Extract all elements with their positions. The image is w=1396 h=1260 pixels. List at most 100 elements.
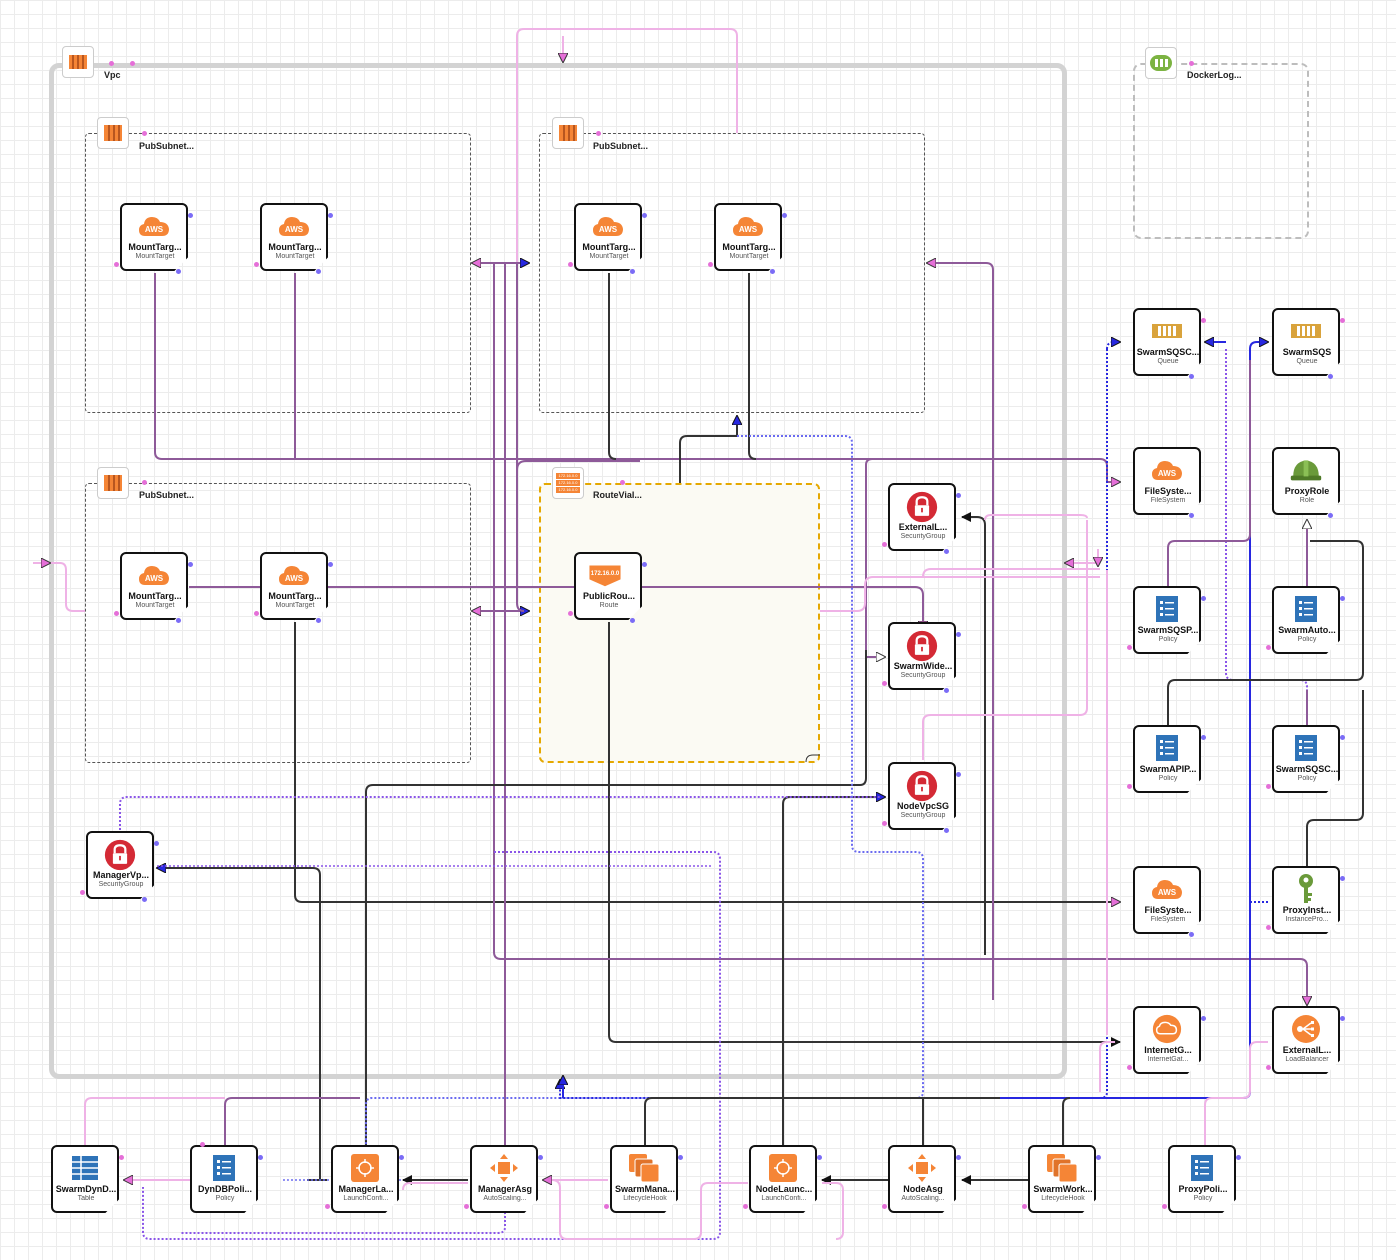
port-dot[interactable] <box>399 1155 404 1160</box>
port-dot[interactable] <box>114 611 119 616</box>
port-dot[interactable] <box>464 1204 469 1209</box>
dyndb-policy-node[interactable]: DynDBPoli... Policy <box>190 1142 263 1215</box>
port-dot[interactable] <box>1201 735 1206 740</box>
proxyrole-node[interactable]: ProxyRole Role <box>1272 447 1342 518</box>
port-dot[interactable] <box>1189 932 1194 937</box>
public-route-node[interactable]: 172.16.0.0 PublicRou... Route <box>568 552 647 623</box>
port-dot[interactable] <box>770 269 775 274</box>
node-launchconfig-node[interactable]: NodeLaunc... LaunchConfi... <box>743 1145 822 1215</box>
port-dot[interactable] <box>882 681 887 686</box>
port-dot[interactable] <box>782 213 787 218</box>
port-dot[interactable] <box>188 213 193 218</box>
port-dot[interactable] <box>1201 318 1206 323</box>
port-dot[interactable] <box>1127 1065 1132 1070</box>
port-dot[interactable] <box>1162 1204 1167 1209</box>
queue-node-2[interactable]: SwarmSQS Queue <box>1272 308 1345 379</box>
port-dot[interactable] <box>630 269 635 274</box>
port-dot[interactable] <box>1328 513 1333 518</box>
port-dot[interactable] <box>1340 1016 1345 1021</box>
port-dot[interactable] <box>325 1204 330 1209</box>
proxy-instanceprofile-node[interactable]: ProxyInst... InstancePro... <box>1266 866 1345 936</box>
port-dot[interactable] <box>944 549 949 554</box>
port-dot[interactable] <box>604 1204 609 1209</box>
policy-auto-node[interactable]: SwarmAuto... Policy <box>1266 586 1345 656</box>
securitygroup-nodevpc-node[interactable]: NodeVpcSG SecurityGroup <box>882 762 961 833</box>
port-dot[interactable] <box>1127 645 1132 650</box>
port-dot[interactable] <box>316 269 321 274</box>
manager-lifecyclehook-node[interactable]: SwarmMana... LifecycleHook <box>604 1145 683 1215</box>
port-dot[interactable] <box>1266 925 1271 930</box>
mounttarget-node-4[interactable]: AWS MountTarg... MountTarget <box>708 203 787 274</box>
port-dot[interactable] <box>316 618 321 623</box>
port-dot[interactable] <box>188 562 193 567</box>
port-dot[interactable] <box>568 611 573 616</box>
mounttarget-node-6[interactable]: AWS MountTarg... MountTarget <box>254 552 333 623</box>
port-dot[interactable] <box>1189 513 1194 518</box>
port-dot[interactable] <box>956 772 961 777</box>
dynamodb-table-node[interactable]: SwarmDynD... Table <box>51 1145 124 1215</box>
port-dot[interactable] <box>254 262 259 267</box>
port-dot[interactable] <box>1340 876 1345 881</box>
internetgateway-node[interactable]: InternetG... InternetGat... <box>1127 1006 1206 1076</box>
node-asg-node[interactable]: NodeAsg AutoScaling... <box>882 1145 961 1215</box>
worker-lifecyclehook-node[interactable]: SwarmWork... LifecycleHook <box>1022 1145 1101 1215</box>
port-dot[interactable] <box>1340 596 1345 601</box>
port-dot[interactable] <box>328 213 333 218</box>
mounttarget-node-3[interactable]: AWS MountTarg... MountTarget <box>568 203 647 274</box>
port-dot[interactable] <box>1127 784 1132 789</box>
port-dot[interactable] <box>1201 596 1206 601</box>
port-dot[interactable] <box>200 1142 205 1147</box>
port-dot[interactable] <box>708 262 713 267</box>
port-dot[interactable] <box>1096 1155 1101 1160</box>
port-dot[interactable] <box>817 1155 822 1160</box>
port-dot[interactable] <box>154 841 159 846</box>
manager-asg-node[interactable]: ManagerAsg AutoScaling... <box>464 1145 543 1215</box>
loadbalancer-node[interactable]: ExternalL... LoadBalancer <box>1266 1006 1345 1076</box>
port-dot[interactable] <box>80 890 85 895</box>
port-dot[interactable] <box>1266 1065 1271 1070</box>
port-dot[interactable] <box>1022 1204 1027 1209</box>
port-dot[interactable] <box>1266 784 1271 789</box>
port-dot[interactable] <box>1236 1155 1241 1160</box>
port-dot[interactable] <box>944 688 949 693</box>
port-dot[interactable] <box>944 828 949 833</box>
policy-sqsc-node[interactable]: SwarmSQSC... Policy <box>1266 725 1345 795</box>
port-dot[interactable] <box>1266 645 1271 650</box>
mounttarget-node-1[interactable]: AWS MountTarg... MountTarget <box>114 203 193 274</box>
port-dot[interactable] <box>882 821 887 826</box>
port-dot[interactable] <box>956 1155 961 1160</box>
manager-launchconfig-node[interactable]: ManagerLa... LaunchConfi... <box>325 1145 404 1215</box>
port-dot[interactable] <box>1340 318 1345 323</box>
port-dot[interactable] <box>882 542 887 547</box>
filesystem-node-2[interactable]: AWS FileSyste... FileSystem <box>1133 866 1203 937</box>
port-dot[interactable] <box>642 213 647 218</box>
proxy-policy-node[interactable]: ProxyPoli... Policy <box>1162 1145 1241 1215</box>
port-dot[interactable] <box>568 262 573 267</box>
securitygroup-managervpc-node[interactable]: ManagerVp... SecurityGroup <box>80 831 159 902</box>
port-dot[interactable] <box>114 262 119 267</box>
port-dot[interactable] <box>142 897 147 902</box>
port-dot[interactable] <box>254 611 259 616</box>
port-dot[interactable] <box>956 632 961 637</box>
port-dot[interactable] <box>176 618 181 623</box>
securitygroup-external-node[interactable]: ExternalL... SecurityGroup <box>882 483 961 554</box>
port-dot[interactable] <box>956 493 961 498</box>
port-dot[interactable] <box>328 562 333 567</box>
mounttarget-node-2[interactable]: AWS MountTarg... MountTarget <box>254 203 333 274</box>
port-dot[interactable] <box>119 1155 124 1160</box>
port-dot[interactable] <box>882 1204 887 1209</box>
port-dot[interactable] <box>642 562 647 567</box>
mounttarget-node-5[interactable]: AWS MountTarg... MountTarget <box>114 552 193 623</box>
port-dot[interactable] <box>1328 374 1333 379</box>
port-dot[interactable] <box>538 1155 543 1160</box>
filesystem-node-1[interactable]: AWS FileSyste... FileSystem <box>1133 447 1203 518</box>
policy-api-node[interactable]: SwarmAPIP... Policy <box>1127 725 1206 795</box>
policy-sqsp-node[interactable]: SwarmSQSP... Policy <box>1127 586 1206 656</box>
port-dot[interactable] <box>1340 735 1345 740</box>
port-dot[interactable] <box>1189 374 1194 379</box>
port-dot[interactable] <box>630 618 635 623</box>
port-dot[interactable] <box>176 269 181 274</box>
port-dot[interactable] <box>258 1155 263 1160</box>
port-dot[interactable] <box>1201 1016 1206 1021</box>
port-dot[interactable] <box>678 1155 683 1160</box>
